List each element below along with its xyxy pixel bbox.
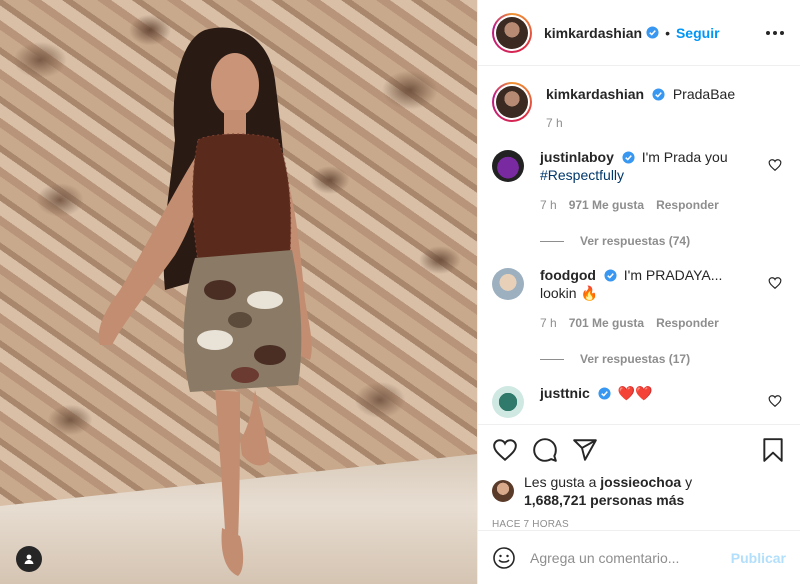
comment-avatar[interactable] (492, 150, 524, 182)
comment-text-continued: lookin (540, 285, 577, 301)
reply-button[interactable]: Responder (656, 196, 719, 214)
comment-likes[interactable]: 701 Me gusta (569, 314, 644, 332)
comment-time[interactable]: 7 h (540, 314, 557, 332)
more-options-icon[interactable] (764, 25, 786, 41)
bookmark-icon[interactable] (760, 437, 786, 463)
comments-list[interactable]: kimkardashian PradaBae 7 h justinlaboy I… (478, 66, 800, 424)
tagged-user-button[interactable] (16, 546, 42, 572)
post-details-panel: kimkardashian • Seguir kimkardashian Pra… (477, 0, 800, 584)
comment-username[interactable]: justtnic (540, 385, 590, 401)
author-username[interactable]: kimkardashian (544, 25, 642, 41)
comment-meta: 7 h 701 Me gusta Responder (540, 314, 752, 332)
comment-heart-icon[interactable] (768, 394, 782, 408)
comment-item: justinlaboy I'm Prada you #Respectfully … (492, 148, 786, 214)
verified-badge-icon (652, 88, 665, 101)
add-comment-bar: Publicar (478, 530, 800, 584)
comment-hashtag[interactable]: #Respectfully (540, 167, 624, 183)
comment-text: I'm PRADAYA... (623, 267, 723, 283)
post-photo[interactable] (0, 0, 477, 584)
comment-heart-icon[interactable] (768, 158, 782, 172)
fire-emoji: 🔥 (580, 285, 598, 301)
action-icons (492, 435, 786, 465)
comment-username[interactable]: justinlaboy (540, 149, 614, 165)
liker-username[interactable]: jossieochoa (600, 474, 681, 490)
caption-avatar[interactable] (492, 82, 532, 122)
comment-likes[interactable]: 971 Me gusta (569, 196, 644, 214)
paper-plane-icon[interactable] (572, 437, 598, 463)
follow-button[interactable]: Seguir (676, 25, 720, 41)
smiley-icon[interactable] (492, 546, 516, 570)
post-header: kimkardashian • Seguir (478, 0, 800, 66)
publish-button[interactable]: Publicar (731, 550, 786, 566)
post-actions: Les gusta a jossieochoa y 1,688,721 pers… (478, 424, 800, 530)
caption-time[interactable]: 7 h (546, 116, 735, 130)
comment-text: ❤️❤️ (617, 385, 653, 401)
comment-avatar[interactable] (492, 268, 524, 300)
post-caption: kimkardashian PradaBae 7 h (492, 82, 786, 130)
author-avatar-image (496, 16, 528, 49)
photo-subject (98, 27, 312, 576)
verified-badge-icon (646, 26, 659, 39)
separator-dot: • (665, 24, 670, 41)
likes-summary: Les gusta a jossieochoa y 1,688,721 pers… (492, 473, 786, 509)
comment-heart-icon[interactable] (768, 276, 782, 290)
reply-button[interactable]: Responder (656, 314, 719, 332)
verified-badge-icon (622, 151, 635, 164)
comment-meta: 7 h 971 Me gusta Responder (540, 196, 752, 214)
comment-icon[interactable] (532, 437, 558, 463)
comment-text: I'm Prada you (641, 149, 728, 165)
comment-username[interactable]: foodgod (540, 267, 596, 283)
verified-badge-icon (598, 387, 611, 400)
comment-item: foodgod I'm PRADAYA... lookin 🔥 7 h 701 … (492, 266, 786, 332)
heart-icon[interactable] (492, 437, 518, 463)
likes-count[interactable]: 1,688,721 personas más (524, 492, 684, 508)
comment-time[interactable]: 7 h (540, 196, 557, 214)
liker-avatar[interactable] (492, 480, 514, 502)
comment-avatar[interactable] (492, 386, 524, 418)
caption-text: PradaBae (672, 86, 736, 102)
view-replies-button[interactable]: Ver respuestas (17) (540, 352, 786, 366)
view-replies-button[interactable]: Ver respuestas (74) (540, 234, 786, 248)
caption-username[interactable]: kimkardashian (546, 86, 644, 102)
user-tag-icon (24, 554, 34, 564)
author-avatar[interactable] (492, 12, 532, 53)
comment-input[interactable] (530, 549, 731, 566)
verified-badge-icon (604, 269, 617, 282)
post-timestamp[interactable]: HACE 7 HORAS (492, 519, 786, 530)
comment-item: justtnic ❤️❤️ (492, 384, 786, 418)
instagram-post: kimkardashian • Seguir kimkardashian Pra… (0, 0, 800, 584)
